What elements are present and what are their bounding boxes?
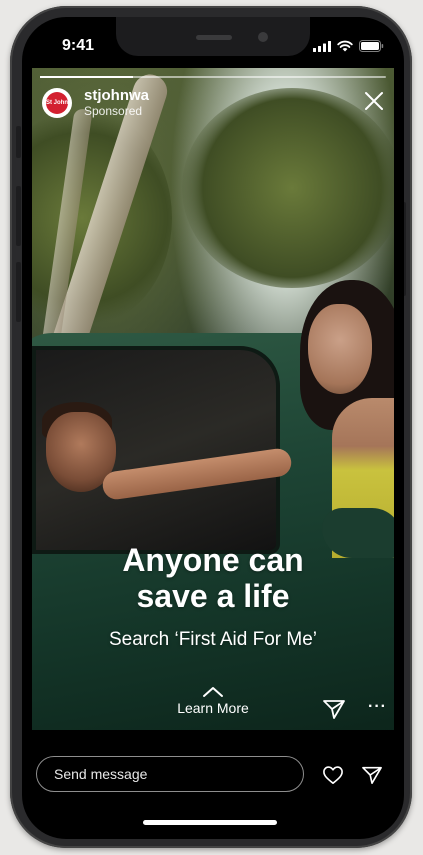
chevron-up-icon[interactable]: [202, 686, 224, 698]
account-name[interactable]: stjohnwa: [84, 88, 149, 104]
account-text: stjohnwa Sponsored: [84, 88, 149, 119]
mute-switch: [16, 126, 21, 158]
home-indicator[interactable]: [143, 820, 277, 825]
foliage: [182, 88, 394, 288]
signal-icon: [313, 40, 331, 52]
send-message-input[interactable]: [36, 756, 304, 792]
send-icon[interactable]: [361, 765, 383, 785]
story-media[interactable]: St John stjohnwa Sponsored Anyone can sa…: [32, 68, 394, 730]
account-header[interactable]: St John stjohnwa Sponsored: [42, 88, 149, 118]
story-progress-fill: [40, 76, 134, 78]
volume-up-button: [16, 186, 21, 246]
share-icon[interactable]: [322, 698, 346, 720]
notch: [116, 17, 310, 56]
avatar[interactable]: St John: [42, 88, 72, 118]
status-icons: [313, 40, 384, 52]
headline: Anyone can save a life: [32, 542, 394, 614]
camera: [258, 32, 268, 42]
subline: Search ‘First Aid For Me’: [109, 629, 317, 650]
story-progress-bar: [40, 76, 386, 78]
speaker: [196, 35, 232, 40]
headline-line-2: save a life: [136, 578, 290, 614]
close-icon[interactable]: [364, 91, 384, 111]
headline-line-1: Anyone can: [122, 542, 304, 578]
volume-down-button: [16, 262, 21, 322]
sponsored-label: Sponsored: [84, 104, 143, 118]
wifi-icon: [337, 40, 353, 52]
heart-icon[interactable]: [322, 765, 344, 785]
status-time: 9:41: [62, 37, 95, 54]
avatar-logo: St John: [46, 92, 68, 114]
screen: 9:41 St John stjohnwa Sponsored Anyone c…: [22, 17, 404, 839]
more-icon[interactable]: ···: [368, 698, 387, 716]
battery-icon: [359, 40, 384, 52]
woman-face: [308, 304, 372, 394]
